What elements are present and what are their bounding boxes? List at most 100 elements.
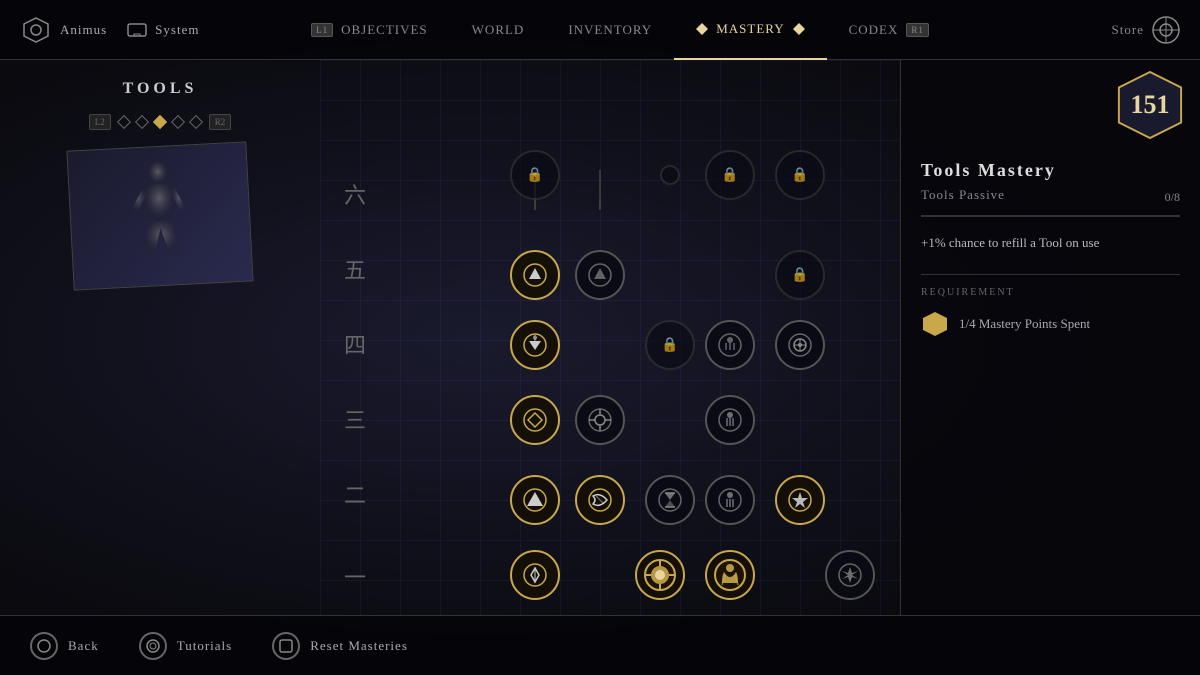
progress-max: 8 [1174, 190, 1180, 204]
lock-icon-1: 🔒 [526, 167, 543, 184]
row-label-6: 六 [340, 178, 370, 210]
node-3-col4[interactable] [705, 395, 755, 445]
node-2-col2-fish[interactable] [575, 475, 625, 525]
nav-dots: L2 R2 [89, 114, 232, 130]
robe-icon [714, 559, 746, 591]
up-arrow-icon [523, 488, 547, 512]
mastery-progress-header: Tools Passive 0/8 [921, 187, 1180, 207]
node-6-col4-lock[interactable]: 🔒 [705, 150, 755, 200]
node-3-col1-diamond[interactable] [510, 395, 560, 445]
lock-icon-2: 🔒 [721, 167, 738, 184]
reset-btn-icon [272, 632, 300, 660]
arrow-up-icon [523, 263, 547, 287]
node-2-col3-hourglass[interactable] [645, 475, 695, 525]
node-1-col3-sun[interactable] [635, 550, 685, 600]
tutorials-action[interactable]: Tutorials [139, 632, 232, 660]
mastery-subtitle: Tools Passive [921, 187, 1005, 203]
requirement-text: 1/4 Mastery Points Spent [959, 316, 1090, 332]
mastery-points-number: 151 [1131, 90, 1170, 120]
dot-4[interactable] [171, 115, 185, 129]
node-6-col3-small [660, 165, 680, 185]
node-4-col5[interactable] [775, 320, 825, 370]
right-panel: 151 Tools Mastery Tools Passive 0/8 +1% … [900, 60, 1200, 615]
node-1-col1[interactable] [510, 550, 560, 600]
node-5-col2[interactable] [575, 250, 625, 300]
l2-key[interactable]: L2 [89, 114, 111, 130]
req-hex-icon [921, 310, 949, 338]
node-2-col4[interactable] [705, 475, 755, 525]
lock-icon-4: 🔒 [791, 267, 808, 284]
section-title: TOOLS [123, 80, 198, 98]
back-btn-icon [30, 632, 58, 660]
shuriken-icon [838, 563, 862, 587]
tab-inventory[interactable]: Inventory [546, 0, 674, 60]
arrow-node-icon [523, 563, 547, 587]
dot-1[interactable] [117, 115, 131, 129]
row-label-5: 五 [340, 253, 370, 285]
requirement-label: REQUIREMENT [921, 274, 1180, 298]
dot-2[interactable] [135, 115, 149, 129]
node-2-col1[interactable] [510, 475, 560, 525]
main-content: TOOLS L2 R2 [0, 60, 1200, 615]
circle-icon [37, 639, 51, 653]
arrow-up-icon-2 [588, 263, 612, 287]
figure3-icon [718, 488, 742, 512]
node-1-col4-robe[interactable] [705, 550, 755, 600]
node-5-col1-arrow[interactable] [510, 250, 560, 300]
tutorials-icon [146, 639, 160, 653]
animus-icon [20, 14, 52, 46]
node-1-col6-shuriken[interactable] [825, 550, 875, 600]
tutorials-btn-icon [139, 632, 167, 660]
row-label-3: 三 [340, 403, 370, 435]
mastery-progress-bar [921, 215, 1180, 217]
node-2-col5-star[interactable] [775, 475, 825, 525]
tutorials-label: Tutorials [177, 638, 232, 654]
row-label-4: 四 [340, 328, 370, 360]
node-4-col3-lock[interactable]: 🔒 [645, 320, 695, 370]
back-label: Back [68, 638, 99, 654]
node-5-lock[interactable]: 🔒 [775, 250, 825, 300]
character-silhouette [68, 142, 253, 289]
lock-icon-3: 🔒 [791, 167, 808, 184]
dot-5[interactable] [189, 115, 203, 129]
node-6-col1-lock[interactable]: 🔒 [510, 150, 560, 200]
sun-wheel-icon [588, 408, 612, 432]
figure-icon [718, 333, 742, 357]
world-label: World [472, 22, 525, 38]
reset-action[interactable]: Reset Masteries [272, 632, 408, 660]
mastery-description: +1% chance to refill a Tool on use [921, 233, 1180, 254]
animus-nav[interactable]: Animus [20, 14, 107, 46]
store-label[interactable]: Store [1112, 22, 1144, 38]
r2-key[interactable]: R2 [209, 114, 232, 130]
back-action[interactable]: Back [30, 632, 99, 660]
mastery-diamond2-icon [793, 23, 805, 35]
mastery-title: Tools Mastery [921, 160, 1180, 181]
system-nav[interactable]: System [127, 22, 199, 38]
animus-label: Animus [60, 22, 107, 38]
system-icon [127, 23, 147, 37]
codex-label: Codex [849, 22, 899, 38]
nav-left: Animus System [0, 14, 220, 46]
node-3-col2-wheel[interactable] [575, 395, 625, 445]
node-4-col4[interactable] [705, 320, 755, 370]
bottom-bar: Back Tutorials Reset Masteries [0, 615, 1200, 675]
star-icon [788, 488, 812, 512]
progress-current: 0 [1165, 190, 1171, 204]
tab-codex[interactable]: Codex R1 [827, 0, 951, 60]
drop-icon [523, 333, 547, 357]
dot-3-active[interactable] [153, 115, 167, 129]
tab-objectives[interactable]: L1 Objectives [289, 0, 450, 60]
row-label-2: 二 [340, 478, 370, 510]
objectives-label: Objectives [341, 22, 428, 38]
row-label-1: 一 [340, 560, 370, 592]
hourglass-icon [658, 488, 682, 512]
tab-world[interactable]: World [450, 0, 547, 60]
reset-label: Reset Masteries [310, 638, 408, 654]
tab-mastery[interactable]: Mastery [674, 0, 826, 60]
node-6-col5-lock[interactable]: 🔒 [775, 150, 825, 200]
character-card [66, 141, 253, 290]
nav-right: Store [1020, 16, 1200, 44]
skill-tree-area: 六 五 四 三 二 一 🔒 🔒 🔒 [320, 60, 900, 615]
figure2-icon [718, 408, 742, 432]
node-4-col1[interactable] [510, 320, 560, 370]
